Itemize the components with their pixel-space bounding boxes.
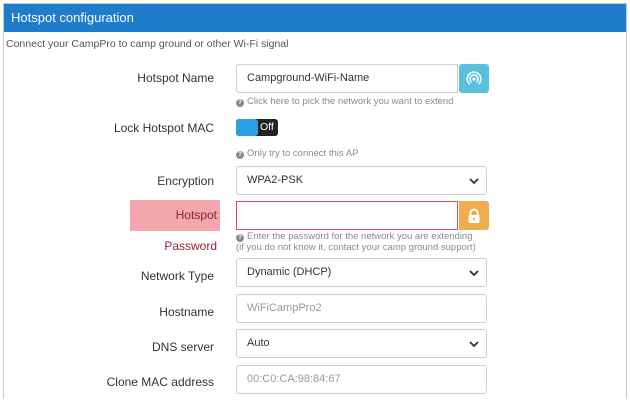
help-icon: ? <box>236 99 244 107</box>
encryption-label: Encryption <box>157 174 214 188</box>
hotspot-name-help[interactable]: ? Click here to pick the network you want… <box>236 96 454 108</box>
panel-description: Connect your CampPro to camp ground or o… <box>6 38 289 50</box>
password-input[interactable] <box>236 201 458 230</box>
lock-mac-help-text: Only try to connect this AP <box>247 148 359 159</box>
dns-select[interactable]: Auto <box>236 329 487 358</box>
password-label: Hotspot Password <box>130 200 220 253</box>
clone-mac-input[interactable]: 00:C0:CA:98:84:67 <box>236 365 487 394</box>
wifi-scan-button[interactable] <box>459 64 489 93</box>
lock-mac-toggle[interactable]: Off <box>236 119 278 136</box>
chevron-down-icon <box>469 341 479 348</box>
encryption-value: WPA2-PSK <box>247 174 304 186</box>
chevron-down-icon <box>469 270 479 277</box>
dns-label: DNS server <box>151 340 214 354</box>
clone-mac-label: Clone MAC address <box>106 375 214 389</box>
help-icon: ? <box>236 151 244 159</box>
panel-title: Hotspot configuration <box>4 4 626 32</box>
hotspot-name-input[interactable]: Campground-WiFi-Name <box>236 64 458 93</box>
network-type-label: Network Type <box>140 269 214 283</box>
toggle-knob <box>236 119 258 136</box>
dns-value: Auto <box>247 337 270 349</box>
hotspot-name-help-text: Click here to pick the network you want … <box>247 96 454 107</box>
password-help-line2: (if you do not know it, contact your cam… <box>236 241 476 253</box>
hotspot-name-label: Hotspot Name <box>137 71 214 85</box>
hostname-input[interactable]: WiFiCampPro2 <box>236 294 487 323</box>
chevron-down-icon <box>469 178 479 185</box>
network-type-select[interactable]: Dynamic (DHCP) <box>236 258 487 287</box>
password-help: ? Enter the password for the network you … <box>236 231 476 253</box>
network-type-value: Dynamic (DHCP) <box>247 266 332 278</box>
password-help-line1: Enter the password for the network you a… <box>247 231 473 242</box>
lock-icon <box>468 208 480 223</box>
lock-mac-help: ? Only try to connect this AP <box>236 148 359 160</box>
lock-mac-label: Lock Hotspot MAC <box>113 121 214 135</box>
toggle-state-text: Off <box>260 121 274 133</box>
wifi-scan-icon <box>466 71 482 85</box>
hostname-label: Hostname <box>159 305 214 319</box>
show-password-button[interactable] <box>459 201 489 230</box>
encryption-select[interactable]: WPA2-PSK <box>236 166 487 195</box>
